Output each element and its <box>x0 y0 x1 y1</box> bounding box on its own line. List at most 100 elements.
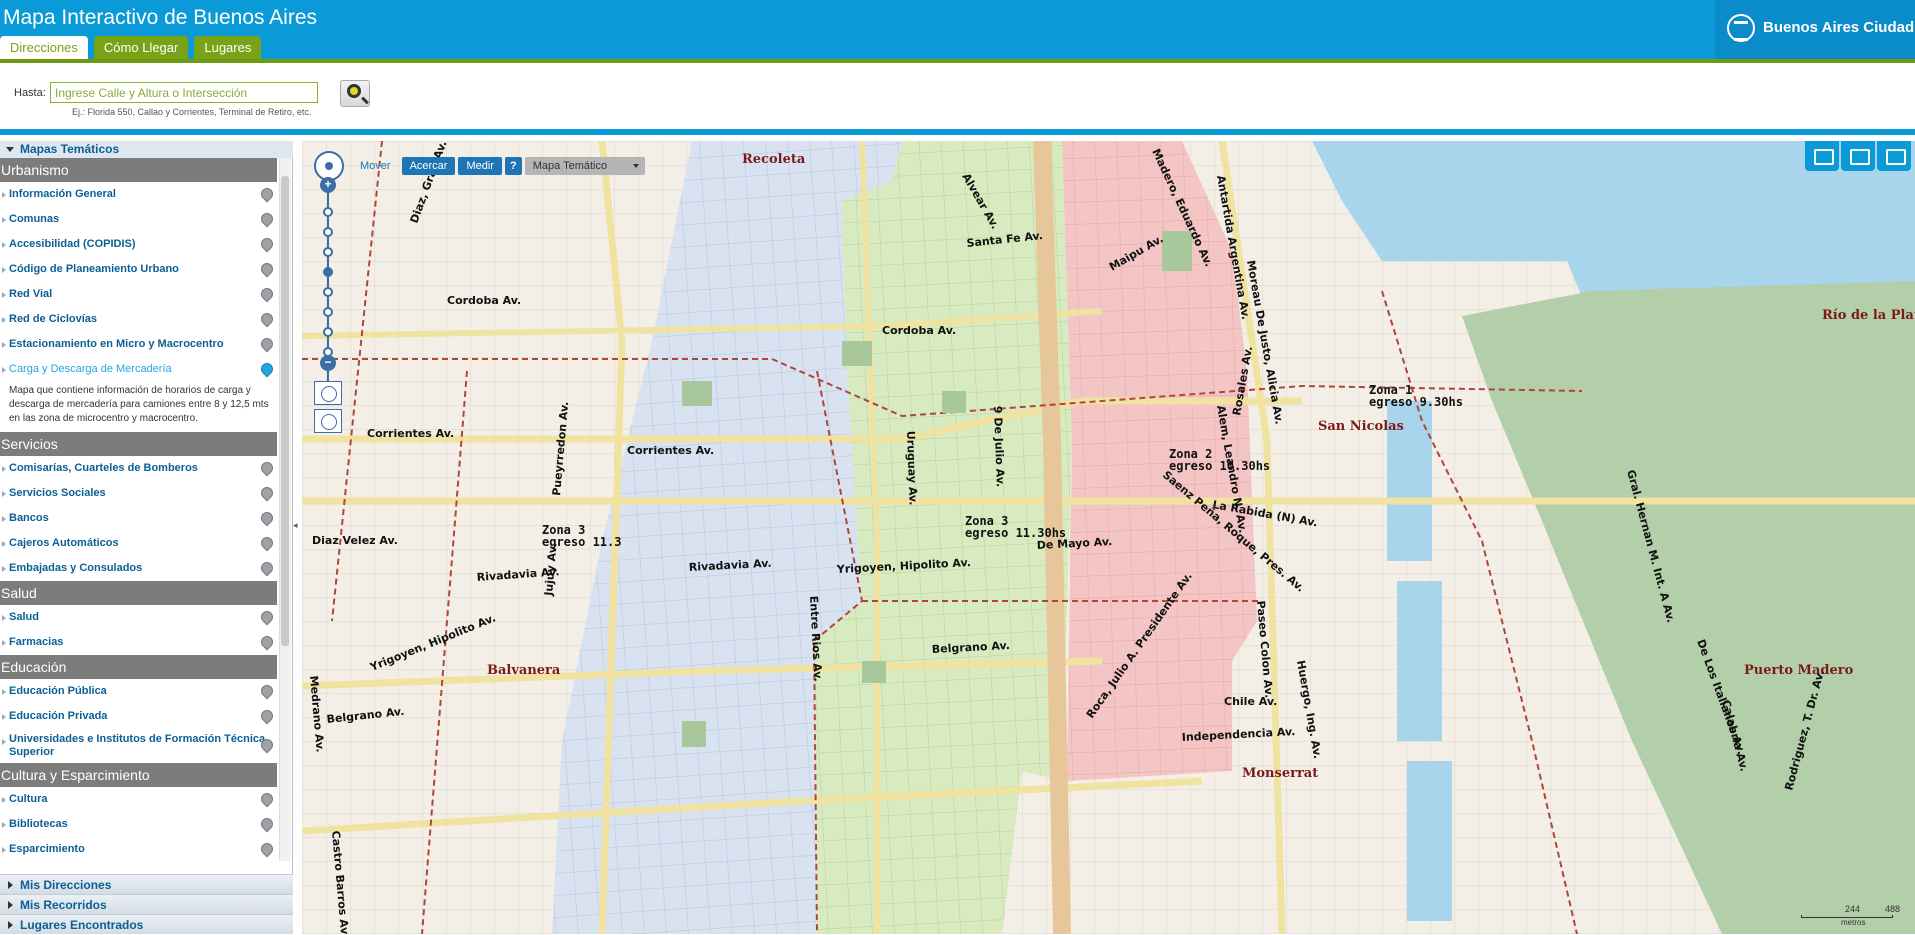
layer-item[interactable]: Comunas <box>0 207 277 232</box>
draw-icon[interactable] <box>1841 141 1875 171</box>
layer-item[interactable]: Comisarías, Cuarteles de Bomberos <box>0 456 277 481</box>
globe-view-button[interactable] <box>314 381 342 405</box>
layer-item[interactable]: Estacionamiento en Micro y Macrocentro <box>0 332 277 357</box>
accordion-lugares-encontrados[interactable]: Lugares Encontrados <box>0 914 293 934</box>
pin-active-icon[interactable] <box>258 360 276 378</box>
search-hint: Ej.: Florida 550, Callao y Corrientes, T… <box>72 107 312 117</box>
pin-icon[interactable] <box>258 682 276 700</box>
sidebar-scroll-thumb[interactable] <box>281 176 289 646</box>
category-salud[interactable]: Salud <box>0 581 277 605</box>
thematic-map-select[interactable]: Mapa Temático <box>524 157 645 175</box>
accordion-mis-recorridos[interactable]: Mis Recorridos <box>0 894 293 914</box>
sidebar-collapse-handle[interactable]: ◂ <box>293 520 301 540</box>
street-label: Uruguay Av. <box>904 431 920 506</box>
pin-icon[interactable] <box>258 509 276 527</box>
pin-icon[interactable] <box>258 235 276 253</box>
layer-item[interactable]: Accesibilidad (COPIDIS) <box>0 232 277 257</box>
layer-item[interactable]: Universidades e Institutos de Formación … <box>0 729 277 763</box>
street-label: Corrientes Av. <box>627 444 714 457</box>
pin-icon[interactable] <box>258 608 276 626</box>
pin-icon[interactable] <box>258 559 276 577</box>
layer-label: Código de Planeamiento Urbano <box>9 263 179 275</box>
category-educacion[interactable]: Educación <box>0 655 277 679</box>
pin-icon[interactable] <box>258 534 276 552</box>
print-icon[interactable] <box>1877 141 1911 171</box>
zoom-level-dot-current[interactable] <box>323 267 333 277</box>
scale-unit: metros <box>1841 918 1866 927</box>
pin-icon[interactable] <box>258 707 276 725</box>
layer-item[interactable]: Información General <box>0 182 277 207</box>
layer-item[interactable]: Salud <box>0 605 277 630</box>
layer-item[interactable]: Esparcimiento <box>0 837 277 861</box>
tab-como-llegar[interactable]: Cómo Llegar <box>93 36 189 59</box>
brand-name: Buenos Aires Ciudad <box>1763 19 1915 36</box>
pin-icon[interactable] <box>258 815 276 833</box>
zoom-level-dot[interactable] <box>323 287 333 297</box>
zoom-level-dot[interactable] <box>323 307 333 317</box>
park-patch <box>942 391 966 413</box>
map-canvas[interactable]: Recoleta San Nicolas Balvanera Monserrat… <box>302 141 1915 934</box>
category-urbanismo[interactable]: Urbanismo <box>0 158 277 182</box>
layer-item[interactable]: Farmacias <box>0 630 277 655</box>
pin-icon[interactable] <box>258 790 276 808</box>
layer-item[interactable]: Bancos <box>0 506 277 531</box>
layer-item[interactable]: Bibliotecas <box>0 812 277 837</box>
place-label: Puerto Madero <box>1744 663 1854 678</box>
search-bar: Hasta: Ej.: Florida 550, Callao y Corrie… <box>0 63 1915 135</box>
layer-item[interactable]: Código de Planeamiento Urbano <box>0 257 277 282</box>
layer-item[interactable]: Red Vial <box>0 282 277 307</box>
layer-label: Salud <box>9 611 39 623</box>
hasta-label: Hasta: <box>14 87 46 99</box>
layer-item[interactable]: Servicios Sociales <box>0 481 277 506</box>
accordion-mis-direcciones[interactable]: Mis Direcciones <box>0 874 293 894</box>
brand-logo-area[interactable]: Buenos Aires Ciudad <box>1715 0 1915 59</box>
dock-3 <box>1407 761 1452 921</box>
layer-item[interactable]: Educación Pública <box>0 679 277 704</box>
layer-item-active[interactable]: Carga y Descarga de Mercadería <box>0 357 277 382</box>
layer-item[interactable]: Cajeros Automáticos <box>0 531 277 556</box>
magnifier-icon <box>347 84 361 98</box>
layer-label: Accesibilidad (COPIDIS) <box>9 238 136 250</box>
mover-tool[interactable]: Mover <box>352 157 399 175</box>
layer-item[interactable]: Embajadas y Consulados <box>0 556 277 581</box>
layer-label: Información General <box>9 188 116 200</box>
pin-icon[interactable] <box>258 484 276 502</box>
layer-item[interactable]: Red de Ciclovías <box>0 307 277 332</box>
pin-icon[interactable] <box>258 210 276 228</box>
zoom-out-button[interactable]: − <box>320 355 336 371</box>
pin-icon[interactable] <box>258 335 276 353</box>
city-logo-icon <box>1727 14 1755 42</box>
tab-lugares[interactable]: Lugares <box>194 36 262 59</box>
card-icon[interactable] <box>1805 141 1839 171</box>
zoom-level-dot[interactable] <box>323 227 333 237</box>
help-button[interactable]: ? <box>504 157 522 175</box>
category-cultura[interactable]: Cultura y Esparcimiento <box>0 763 277 787</box>
pin-icon[interactable] <box>258 185 276 203</box>
layer-label: Embajadas y Consulados <box>9 562 143 574</box>
zoom-level-dot[interactable] <box>323 207 333 217</box>
pin-icon[interactable] <box>258 459 276 477</box>
pin-icon[interactable] <box>258 840 276 858</box>
pin-icon[interactable] <box>258 285 276 303</box>
layer-label: Educación Pública <box>9 685 107 697</box>
acercar-tool[interactable]: Acercar <box>401 157 456 175</box>
mapas-tematicos-header[interactable]: Mapas Temáticos <box>0 141 293 158</box>
history-view-button[interactable] <box>314 409 342 433</box>
zoom-level-dot[interactable] <box>323 247 333 257</box>
place-label: Monserrat <box>1242 766 1318 781</box>
layer-label: Farmacias <box>9 636 64 648</box>
layer-label: Comisarías, Cuarteles de Bomberos <box>9 462 198 474</box>
tab-direcciones[interactable]: Direcciones <box>0 36 88 59</box>
pin-icon[interactable] <box>258 310 276 328</box>
pin-icon[interactable] <box>258 633 276 651</box>
address-search-input[interactable] <box>50 82 318 103</box>
category-servicios[interactable]: Servicios <box>0 432 277 456</box>
search-button[interactable] <box>340 80 370 107</box>
layer-item[interactable]: Cultura <box>0 787 277 812</box>
zoom-level-dot[interactable] <box>323 327 333 337</box>
dock-2 <box>1397 581 1442 741</box>
park-patch <box>682 721 706 747</box>
pin-icon[interactable] <box>258 260 276 278</box>
medir-tool[interactable]: Medir <box>458 157 502 175</box>
layer-item[interactable]: Educación Privada <box>0 704 277 729</box>
